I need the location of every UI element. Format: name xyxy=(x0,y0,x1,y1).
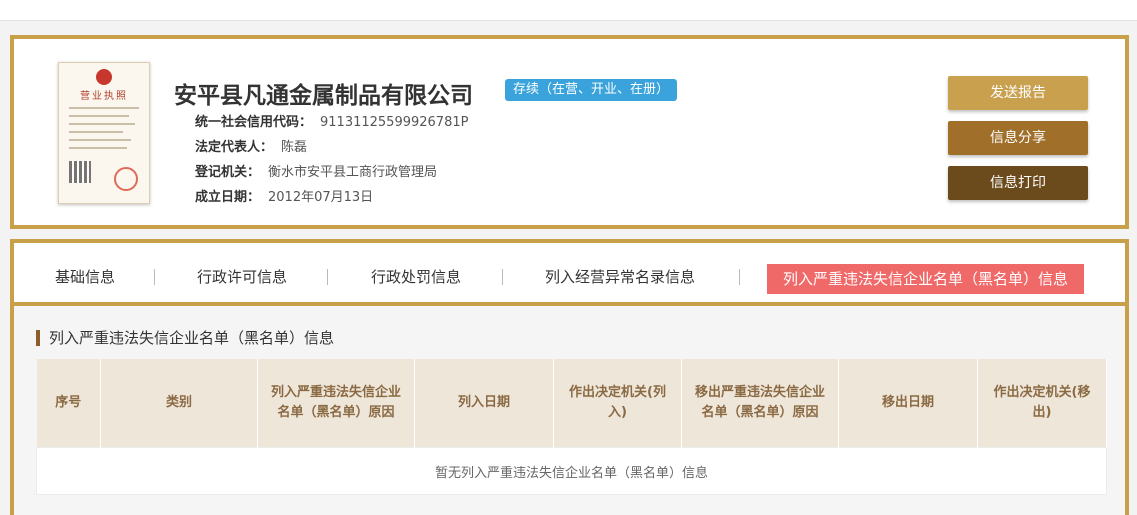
table-header-row: 序号 类别 列入严重违法失信企业名单（黑名单）原因 列入日期 作出决定机关(列入… xyxy=(36,359,1107,448)
credit-code-label: 统一社会信用代码： xyxy=(195,115,313,130)
empty-message: 暂无列入严重违法失信企业名单（黑名单）信息 xyxy=(36,447,1107,495)
business-license-image: 营业执照 xyxy=(58,62,150,204)
column-header-removal-reason: 移出严重违法失信企业名单（黑名单）原因 xyxy=(681,359,839,448)
tab-divider xyxy=(327,269,328,285)
column-header-removal-authority: 作出决定机关(移出) xyxy=(977,359,1107,448)
credit-code-row: 统一社会信用代码： 91131125599926781P xyxy=(195,111,468,130)
legal-rep-value: 陈磊 xyxy=(281,140,308,155)
legal-rep-row: 法定代表人： 陈磊 xyxy=(195,136,307,155)
tab-bar: 基础信息 行政许可信息 行政处罚信息 列入经营异常名录信息 列入严重违法失信企业… xyxy=(14,243,1125,303)
company-header-card: 营业执照 安平县凡通金属制品有限公司 存续（在营、开业、在册） 统一社会信用代码… xyxy=(10,35,1129,229)
registration-authority-value: 衡水市安平县工商行政管理局 xyxy=(268,165,438,180)
details-card: 基础信息 行政许可信息 行政处罚信息 列入经营异常名录信息 列入严重违法失信企业… xyxy=(10,239,1129,515)
column-header-category: 类别 xyxy=(100,359,258,448)
tab-divider xyxy=(739,269,740,285)
status-badge: 存续（在营、开业、在册） xyxy=(505,79,678,101)
column-header-listing-authority: 作出决定机关(列入) xyxy=(553,359,682,448)
established-date-row: 成立日期： 2012年07月13日 xyxy=(195,186,373,205)
column-header-index: 序号 xyxy=(36,359,101,448)
registration-authority-label: 登记机关： xyxy=(195,165,261,180)
share-info-button[interactable]: 信息分享 xyxy=(948,121,1088,155)
column-header-removal-date: 移出日期 xyxy=(838,359,978,448)
tab-admin-license[interactable]: 行政许可信息 xyxy=(197,265,287,289)
blacklist-section: 列入严重违法失信企业名单（黑名单）信息 序号 类别 列入严重违法失信企业名单（黑… xyxy=(14,306,1125,515)
tab-divider xyxy=(502,269,503,285)
registration-authority-row: 登记机关： 衡水市安平县工商行政管理局 xyxy=(195,161,437,180)
table-row: 暂无列入严重违法失信企业名单（黑名单）信息 xyxy=(36,447,1107,495)
column-header-listing-date: 列入日期 xyxy=(414,359,554,448)
company-name: 安平县凡通金属制品有限公司 xyxy=(174,83,473,109)
national-emblem-icon xyxy=(96,69,112,85)
established-date-value: 2012年07月13日 xyxy=(268,190,374,205)
tab-blacklist[interactable]: 列入严重违法失信企业名单（黑名单）信息 xyxy=(767,264,1085,294)
tab-basic-info[interactable]: 基础信息 xyxy=(55,265,115,289)
tab-abnormal-operation[interactable]: 列入经营异常名录信息 xyxy=(545,265,695,289)
legal-rep-label: 法定代表人： xyxy=(195,140,274,155)
credit-code-value: 91131125599926781P xyxy=(320,115,469,130)
send-report-button[interactable]: 发送报告 xyxy=(948,76,1088,110)
established-date-label: 成立日期： xyxy=(195,190,261,205)
print-info-button[interactable]: 信息打印 xyxy=(948,166,1088,200)
seal-icon xyxy=(114,167,138,191)
tab-divider xyxy=(154,269,155,285)
column-header-listing-reason: 列入严重违法失信企业名单（黑名单）原因 xyxy=(257,359,415,448)
top-bar xyxy=(0,0,1137,21)
qr-code-icon xyxy=(69,161,91,183)
blacklist-table: 序号 类别 列入严重违法失信企业名单（黑名单）原因 列入日期 作出决定机关(列入… xyxy=(36,359,1107,495)
section-title: 列入严重违法失信企业名单（黑名单）信息 xyxy=(36,330,334,346)
license-title: 营业执照 xyxy=(80,91,128,102)
tab-admin-penalty[interactable]: 行政处罚信息 xyxy=(371,265,461,289)
